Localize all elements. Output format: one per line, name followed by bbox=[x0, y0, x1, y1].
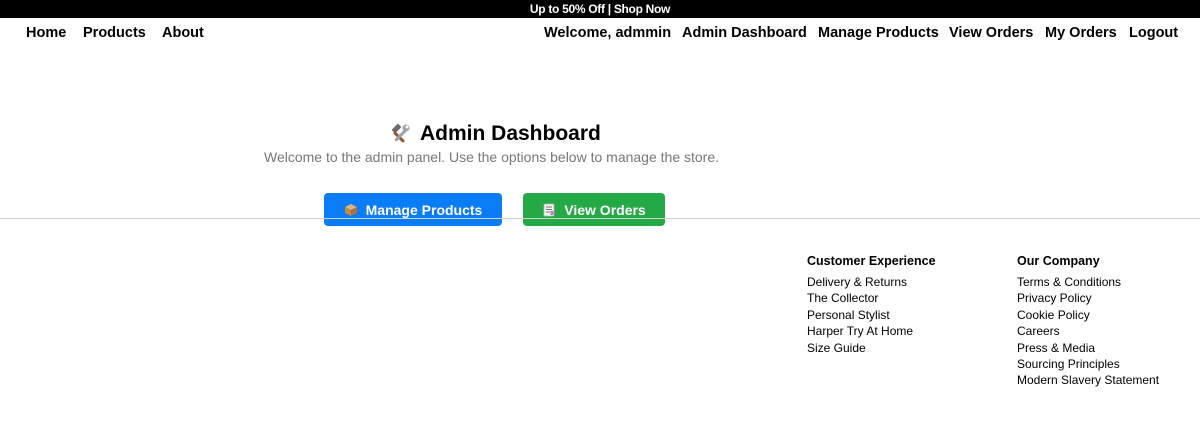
document-icon bbox=[542, 203, 556, 217]
tools-icon bbox=[388, 122, 412, 146]
nav-link-products[interactable]: Products bbox=[83, 25, 146, 41]
manage-products-button[interactable]: Manage Products bbox=[324, 193, 502, 226]
footer-link-personal-stylist[interactable]: Personal Stylist bbox=[807, 307, 936, 323]
nav-link-logout[interactable]: Logout bbox=[1129, 25, 1178, 41]
package-icon bbox=[344, 203, 358, 217]
view-orders-label: View Orders bbox=[564, 201, 646, 218]
footer-link-the-collector[interactable]: The Collector bbox=[807, 290, 936, 306]
nav-link-manage-products[interactable]: Manage Products bbox=[818, 25, 939, 41]
view-orders-button[interactable]: View Orders bbox=[523, 193, 665, 226]
nav-link-view-orders[interactable]: View Orders bbox=[949, 25, 1033, 41]
promo-banner[interactable]: Up to 50% Off | Shop Now bbox=[0, 0, 1200, 18]
footer-column-our-company: Our Company Terms & Conditions Privacy P… bbox=[1017, 254, 1159, 389]
footer-link-press-media[interactable]: Press & Media bbox=[1017, 340, 1159, 356]
promo-text[interactable]: Up to 50% Off | Shop Now bbox=[530, 2, 670, 16]
nav-link-home[interactable]: Home bbox=[26, 25, 66, 41]
footer-link-privacy[interactable]: Privacy Policy bbox=[1017, 290, 1159, 306]
nav-link-my-orders[interactable]: My Orders bbox=[1045, 25, 1117, 41]
footer-link-modern-slavery[interactable]: Modern Slavery Statement bbox=[1017, 372, 1159, 388]
footer-link-try-at-home[interactable]: Harper Try At Home bbox=[807, 323, 936, 339]
footer-heading: Customer Experience bbox=[807, 254, 936, 268]
page-subtitle: Welcome to the admin panel. Use the opti… bbox=[264, 149, 720, 165]
nav-link-admin-dashboard[interactable]: Admin Dashboard bbox=[682, 25, 807, 41]
divider bbox=[0, 218, 1200, 219]
manage-products-label: Manage Products bbox=[365, 201, 483, 218]
footer-link-cookie[interactable]: Cookie Policy bbox=[1017, 307, 1159, 323]
footer-link-size-guide[interactable]: Size Guide bbox=[807, 340, 936, 356]
nav-link-about[interactable]: About bbox=[162, 25, 204, 41]
footer-link-delivery-returns[interactable]: Delivery & Returns bbox=[807, 274, 936, 290]
footer-link-careers[interactable]: Careers bbox=[1017, 323, 1159, 339]
title-text: Admin Dashboard bbox=[420, 122, 601, 145]
footer-link-sourcing[interactable]: Sourcing Principles bbox=[1017, 356, 1159, 372]
footer-column-customer-experience: Customer Experience Delivery & Returns T… bbox=[807, 254, 936, 356]
footer-link-terms[interactable]: Terms & Conditions bbox=[1017, 274, 1159, 290]
page-title: Admin Dashboard bbox=[388, 122, 601, 146]
welcome-text: Welcome, admmin bbox=[544, 25, 672, 41]
footer-heading: Our Company bbox=[1017, 254, 1100, 268]
top-navigation: Home Products About Welcome, admmin Admi… bbox=[0, 18, 1200, 48]
